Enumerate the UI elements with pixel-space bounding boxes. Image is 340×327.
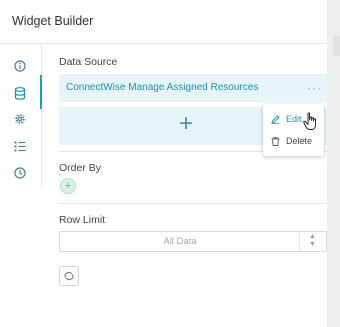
pencil-icon [271,114,280,124]
row-limit-stepper[interactable]: ▲ ▼ [299,232,326,251]
data-source-label: Data Source [59,56,118,68]
row-limit-label: Row Limit [59,214,106,226]
more-options-icon[interactable]: ··· [307,81,322,95]
menu-item-delete[interactable]: Delete [271,136,312,146]
info-icon [14,60,26,72]
row-limit-value: All Data [163,236,197,247]
widget-builder-panel: Widget Builder Data Source ConnectWise M… [0,0,327,327]
menu-item-edit[interactable]: Edit [271,114,302,124]
sidebar-item-data[interactable] [13,86,27,100]
order-by-label: Order By [59,162,102,174]
settings-gear-icon [14,113,26,125]
row-limit-input[interactable]: All Data ▲ ▼ [59,231,327,252]
section-divider [59,203,327,204]
sidebar-item-schedule[interactable] [13,166,27,180]
plus-icon: + [179,110,194,137]
trash-icon [271,136,280,146]
panel-title: Widget Builder [12,14,94,28]
data-source-name: ConnectWise Manage Assigned Resources [66,82,259,93]
sidebar-item-info[interactable] [13,59,27,73]
list-icon [14,141,26,151]
sidebar-item-settings[interactable] [13,112,27,126]
data-source-row[interactable]: ConnectWise Manage Assigned Resources ··… [59,74,327,102]
menu-item-edit-label: Edit [286,114,302,124]
sidebar-item-list[interactable] [13,139,27,153]
sidebar-active-indicator [40,75,42,109]
link-icon [64,271,74,281]
hand-cursor-icon [303,112,317,130]
menu-item-delete-label: Delete [286,136,313,146]
clock-icon [14,167,26,179]
sidebar-divider [41,44,42,187]
scrollbar-thumb[interactable] [333,36,340,56]
preview-button[interactable] [59,266,79,286]
add-order-by-button[interactable]: + [60,178,76,194]
header-divider [0,43,327,44]
chevron-up-icon[interactable]: ▲ [309,233,316,240]
database-icon [14,86,26,100]
chevron-down-icon[interactable]: ▼ [309,241,316,248]
